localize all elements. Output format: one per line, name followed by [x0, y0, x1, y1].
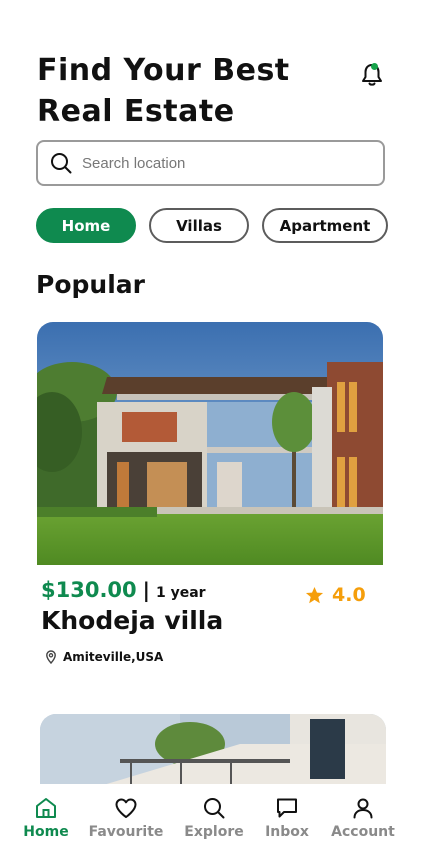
- search-bar[interactable]: [36, 140, 385, 186]
- nav-home[interactable]: Home: [1, 796, 91, 840]
- location-text: Amiteville,USA: [63, 650, 164, 664]
- listing-price: $130.00: [41, 578, 137, 602]
- chip-apartment[interactable]: Apartment: [262, 208, 388, 243]
- chip-villas[interactable]: Villas: [149, 208, 249, 243]
- nav-label-inbox: Inbox: [265, 824, 309, 840]
- listing-period: 1 year: [155, 585, 206, 601]
- search-icon: [51, 153, 72, 174]
- home-icon: [36, 798, 56, 818]
- star-icon: [305, 586, 324, 603]
- chat-icon: [277, 798, 297, 818]
- location-pin-icon: [46, 650, 56, 664]
- villa-photo: [37, 322, 383, 565]
- section-title-popular: Popular: [36, 270, 145, 299]
- listing-rating: 4.0: [305, 584, 366, 606]
- nav-label-account: Account: [331, 824, 395, 840]
- bottom-navigation: Home Favourite Explore Inbox Account: [0, 784, 433, 854]
- listing-price-row: $130.00 | 1 year: [41, 578, 206, 602]
- house-photo-2: [40, 714, 386, 786]
- listing-location: Amiteville,USA: [44, 650, 163, 664]
- listing-image[interactable]: [37, 322, 383, 565]
- heart-icon: [115, 798, 137, 818]
- chip-home[interactable]: Home: [36, 208, 136, 243]
- listing-image-2[interactable]: [40, 714, 386, 786]
- nav-label-favourite: Favourite: [88, 824, 164, 840]
- listing-name[interactable]: Khodeja villa: [41, 606, 223, 635]
- price-separator: |: [142, 578, 150, 602]
- nav-favourite[interactable]: Favourite: [81, 796, 171, 840]
- user-icon: [353, 798, 373, 819]
- search-input[interactable]: [82, 154, 362, 172]
- notification-dot: [371, 63, 378, 70]
- header: Find Your Best Real Estate: [37, 50, 397, 132]
- search-icon: [204, 798, 225, 819]
- nav-label-explore: Explore: [184, 824, 244, 840]
- page-title: Find Your Best Real Estate: [37, 50, 337, 132]
- nav-account[interactable]: Account: [318, 796, 408, 840]
- nav-label-home: Home: [23, 824, 69, 840]
- page-title-line1: Find Your Best: [37, 53, 290, 88]
- rating-value: 4.0: [332, 584, 366, 606]
- page-title-line2: Real Estate: [37, 94, 235, 129]
